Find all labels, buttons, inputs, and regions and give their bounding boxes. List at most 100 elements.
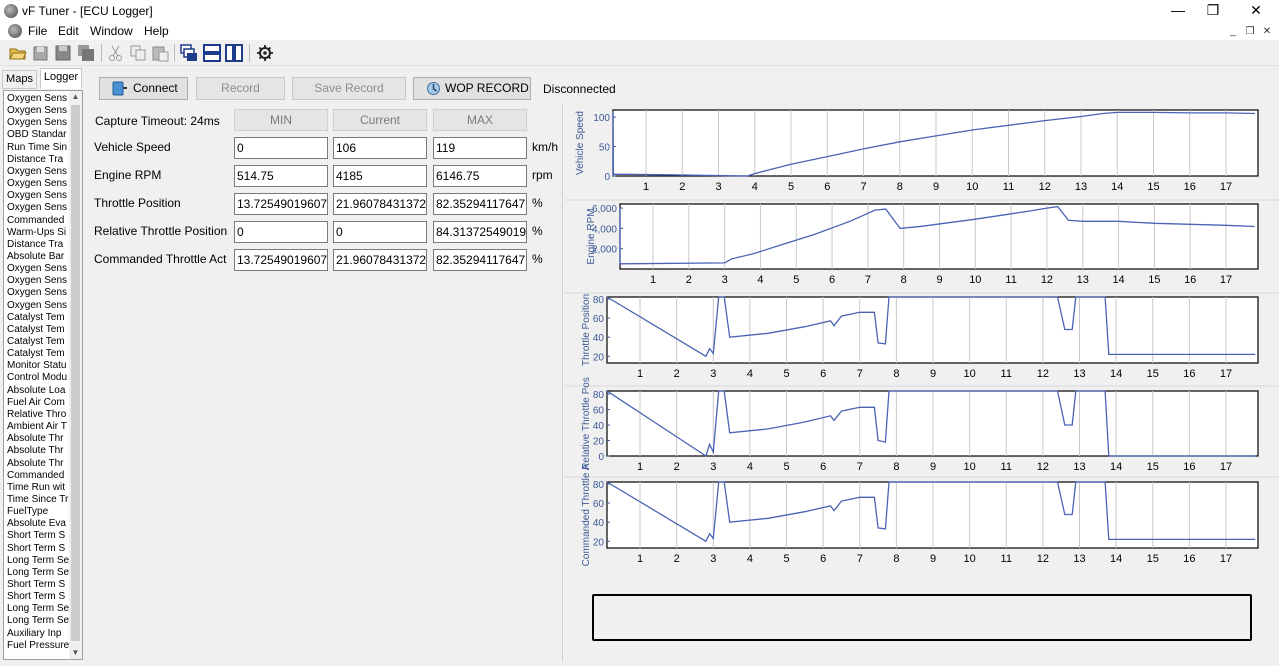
max-field[interactable]: 82.35294117647 (433, 249, 527, 271)
list-item[interactable]: Long Term Se (7, 567, 69, 579)
list-item[interactable]: Commanded (7, 470, 69, 482)
list-item[interactable]: Distance Tra (7, 154, 69, 166)
list-item[interactable]: Short Term S (7, 543, 69, 555)
menu-edit[interactable]: Edit (58, 24, 79, 38)
list-item[interactable]: FuelType (7, 506, 69, 518)
current-field[interactable]: 21.96078431372 (333, 193, 427, 215)
x-tick-label: 12 (1039, 181, 1051, 193)
list-item[interactable]: Oxygen Sens (7, 300, 69, 312)
open-folder-icon[interactable] (9, 44, 27, 62)
list-item[interactable]: Distance Tra (7, 239, 69, 251)
list-item[interactable]: Oxygen Sens (7, 287, 69, 299)
parameter-list[interactable]: Oxygen Sens Oxygen Sens Oxygen Sens OBD Sta… (3, 90, 83, 660)
list-item[interactable]: Catalyst Tem (7, 312, 69, 324)
current-field[interactable]: 21.96078431372 (333, 249, 427, 271)
list-item[interactable]: Absolute Loa (7, 385, 69, 397)
list-item[interactable]: Long Term Se (7, 603, 69, 615)
unit-label: % (532, 252, 543, 266)
list-item[interactable]: Catalyst Tem (7, 324, 69, 336)
list-scrollbar[interactable]: ▲ ▼ (69, 91, 82, 659)
list-item[interactable]: Oxygen Sens (7, 166, 69, 178)
list-item[interactable]: Time Run wit (7, 482, 69, 494)
save-all-icon[interactable] (77, 44, 95, 62)
max-field[interactable]: 119 (433, 137, 527, 159)
x-tick-label: 11 (1001, 461, 1012, 473)
scroll-up-icon[interactable]: ▲ (69, 91, 82, 103)
save-record-button[interactable]: Save Record (292, 77, 406, 100)
tab-logger[interactable]: Logger (40, 68, 82, 89)
restore-icon[interactable]: ❐ (1193, 1, 1233, 21)
current-field[interactable]: 4185 (333, 165, 427, 187)
list-item[interactable]: Oxygen Sens (7, 263, 69, 275)
list-item[interactable]: Long Term Se (7, 555, 69, 567)
min-field[interactable]: 0 (234, 137, 328, 159)
list-item[interactable]: Time Since Tr (7, 494, 69, 506)
list-item[interactable]: Oxygen Sens (7, 93, 69, 105)
x-tick-label: 16 (1184, 181, 1196, 193)
list-item[interactable]: Fuel Air Com (7, 397, 69, 409)
max-field[interactable]: 84.31372549019 (433, 221, 527, 243)
panel-divider[interactable] (562, 104, 563, 662)
mdi-restore-icon[interactable]: ❐ (1243, 24, 1257, 38)
save-as-icon[interactable] (32, 44, 50, 62)
paste-icon[interactable] (151, 44, 169, 62)
max-field[interactable]: 6146.75 (433, 165, 527, 187)
list-item[interactable]: Relative Thro (7, 409, 69, 421)
list-item[interactable]: Oxygen Sens (7, 202, 69, 214)
list-item[interactable]: Run Time Sin (7, 142, 69, 154)
min-field[interactable]: 0 (234, 221, 328, 243)
min-field[interactable]: 514.75 (234, 165, 328, 187)
min-field[interactable]: 13.72549019607 (234, 193, 328, 215)
scroll-down-icon[interactable]: ▼ (69, 647, 82, 659)
list-item[interactable]: Absolute Bar (7, 251, 69, 263)
wop-record-button[interactable]: WOP RECORD (413, 77, 531, 100)
list-item[interactable]: Ambient Air T (7, 421, 69, 433)
mdi-close-icon[interactable]: ✕ (1260, 24, 1274, 38)
current-field[interactable]: 0 (333, 221, 427, 243)
cascade-windows-icon[interactable] (180, 44, 198, 62)
list-item[interactable]: Catalyst Tem (7, 348, 69, 360)
list-item[interactable]: Warm-Ups Si (7, 227, 69, 239)
menu-window[interactable]: Window (90, 24, 133, 38)
close-icon[interactable]: ✕ (1236, 1, 1276, 21)
list-item[interactable]: Oxygen Sens (7, 190, 69, 202)
current-field[interactable]: 106 (333, 137, 427, 159)
tab-maps[interactable]: Maps (2, 70, 37, 89)
mdi-app-icon[interactable] (8, 24, 22, 38)
record-button[interactable]: Record (196, 77, 285, 100)
list-item[interactable]: Oxygen Sens (7, 117, 69, 129)
list-item[interactable]: Oxygen Sens (7, 178, 69, 190)
list-item[interactable]: Catalyst Tem (7, 336, 69, 348)
list-item[interactable]: Oxygen Sens (7, 275, 69, 287)
connect-button[interactable]: Connect (99, 77, 188, 100)
list-item[interactable]: Auxiliary Inp (7, 628, 69, 640)
list-item[interactable]: Monitor Statu (7, 360, 69, 372)
copy-icon[interactable] (129, 44, 147, 62)
list-item[interactable]: Absolute Thr (7, 458, 69, 470)
menu-help[interactable]: Help (144, 24, 169, 38)
max-field[interactable]: 82.35294117647 (433, 193, 527, 215)
menu-file[interactable]: File (28, 24, 47, 38)
scroll-thumb[interactable] (71, 105, 80, 641)
tile-vertical-icon[interactable] (225, 44, 243, 62)
list-item[interactable]: Absolute Eva (7, 518, 69, 530)
gear-icon[interactable] (256, 44, 274, 62)
list-item[interactable]: Oxygen Sens (7, 105, 69, 117)
list-item[interactable]: Absolute Thr (7, 433, 69, 445)
list-item[interactable]: Long Term Se (7, 615, 69, 627)
list-item[interactable]: Commanded (7, 215, 69, 227)
y-axis-label: Relative Throttle Pos (581, 377, 592, 470)
list-item[interactable]: Short Term S (7, 579, 69, 591)
min-field[interactable]: 13.72549019607 (234, 249, 328, 271)
list-item[interactable]: Control Modu (7, 372, 69, 384)
minimize-icon[interactable]: — (1158, 1, 1198, 21)
list-item[interactable]: Fuel Pressure (7, 640, 69, 652)
list-item[interactable]: Absolute Thr (7, 445, 69, 457)
list-item[interactable]: OBD Standar (7, 129, 69, 141)
cut-icon[interactable] (107, 44, 125, 62)
tile-horizontal-icon[interactable] (203, 44, 221, 62)
list-item[interactable]: Short Term S (7, 591, 69, 603)
mdi-minimize-icon[interactable]: _ (1226, 24, 1240, 38)
list-item[interactable]: Short Term S (7, 530, 69, 542)
save-icon[interactable] (54, 44, 72, 62)
